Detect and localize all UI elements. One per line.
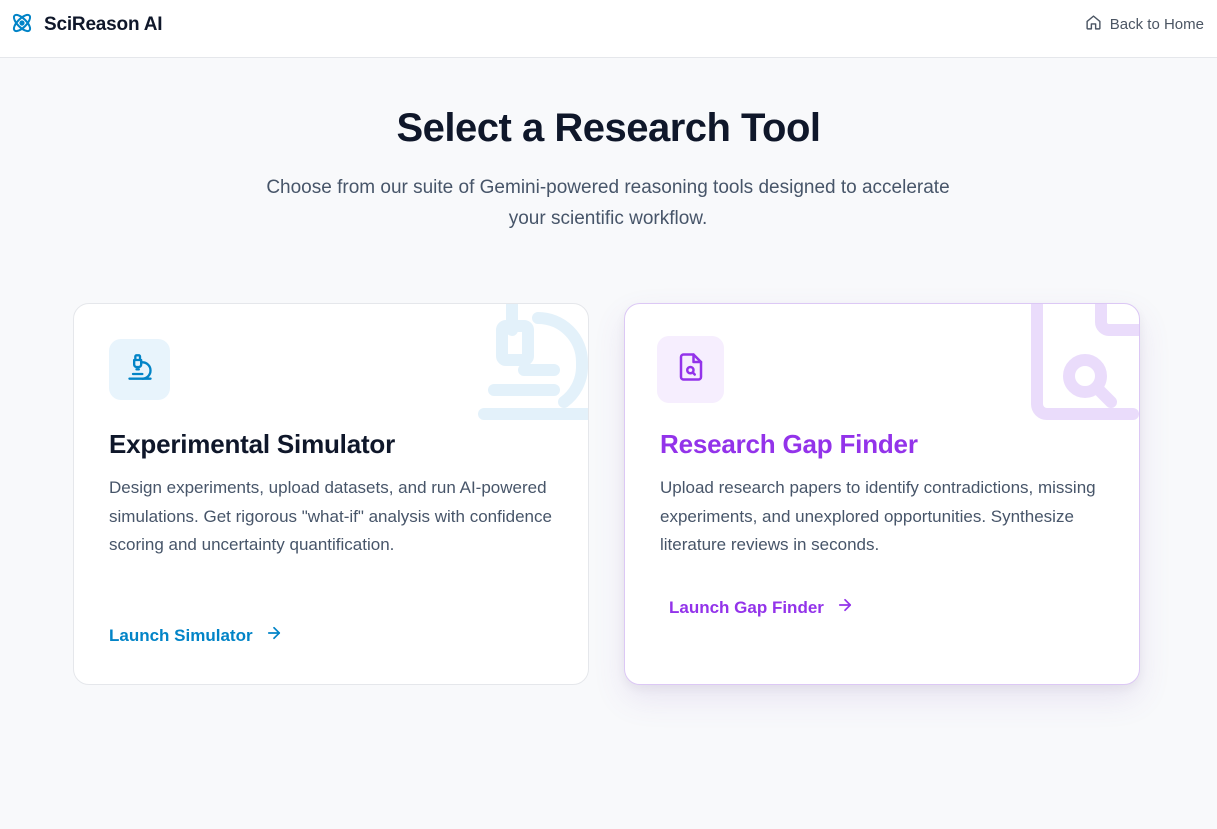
- experimental-simulator-card[interactable]: Experimental Simulator Design experiment…: [73, 303, 589, 685]
- gap-finder-description: Upload research papers to identify contr…: [660, 478, 1096, 555]
- back-to-home-label: Back to Home: [1109, 15, 1204, 33]
- launch-simulator-button[interactable]: Launch Simulator: [109, 624, 283, 647]
- atom-icon: [10, 11, 34, 40]
- home-icon: [1085, 14, 1102, 35]
- brand-logo[interactable]: SciReason AI: [10, 11, 163, 40]
- gap-finder-title: Research Gap Finder: [660, 429, 918, 459]
- launch-simulator-label: Launch Simulator: [109, 625, 253, 645]
- page-title: Select a Research Tool: [396, 106, 822, 150]
- simulator-icon-tile: [109, 339, 170, 400]
- file-search-watermark-icon: [1029, 304, 1139, 427]
- page-subtitle: Choose from our suite of Gemini-powered …: [266, 177, 950, 229]
- microscope-watermark-icon: [476, 304, 588, 427]
- back-to-home-link[interactable]: Back to Home: [1085, 13, 1204, 35]
- file-search-icon: [676, 352, 706, 387]
- microscope-icon: [126, 353, 154, 386]
- brand-name: SciReason AI: [44, 14, 163, 35]
- top-navigation-bar: SciReason AI Back to Home: [0, 0, 1217, 58]
- launch-gap-finder-label: Launch Gap Finder: [669, 597, 824, 617]
- simulator-title: Experimental Simulator: [109, 429, 396, 459]
- simulator-description: Design experiments, upload datasets, and…: [109, 478, 552, 555]
- arrow-right-icon: [836, 596, 854, 619]
- arrow-right-icon: [265, 624, 283, 647]
- research-gap-finder-card[interactable]: Research Gap Finder Upload research pape…: [624, 303, 1140, 685]
- gap-finder-icon-tile: [657, 336, 724, 403]
- launch-gap-finder-button[interactable]: Launch Gap Finder: [669, 596, 854, 619]
